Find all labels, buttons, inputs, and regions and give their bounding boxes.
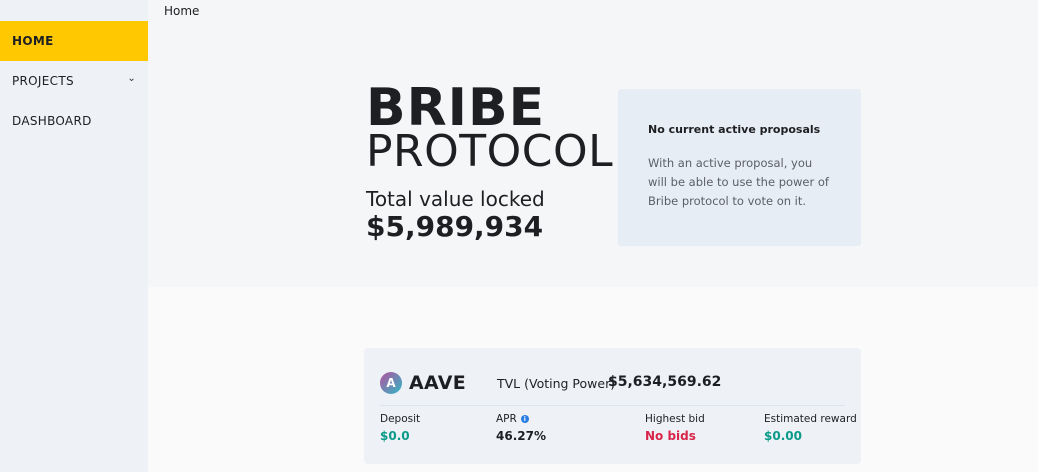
deposit-label: Deposit (380, 413, 421, 425)
estimated-reward-value: $0.00 (764, 429, 802, 443)
project-card[interactable]: A AAVE TVL (Voting Power) $5,634,569.62 … (364, 348, 861, 464)
deposit-stat: Deposit $0.0 (380, 413, 420, 443)
sidebar-item-dashboard[interactable]: DASHBOARD (0, 101, 148, 141)
highest-bid-stat: Highest bid No bids (645, 413, 705, 443)
voting-power-label: TVL (Voting Power) (497, 376, 616, 391)
breadcrumb[interactable]: Home (164, 4, 199, 18)
tvl-value: $5,989,934 (366, 210, 544, 243)
project-name: AAVE (409, 372, 467, 394)
sidebar-item-label: HOME (12, 34, 54, 48)
chevron-down-icon: ⌄ (127, 73, 136, 84)
sidebar-item-label: DASHBOARD (12, 114, 92, 128)
info-icon[interactable]: i (520, 415, 529, 423)
aave-logo-icon: A (380, 372, 402, 394)
proposals-panel: No current active proposals With an acti… (618, 89, 861, 246)
sidebar-item-home[interactable]: HOME (0, 21, 148, 61)
voting-power-value: $5,634,569.62 (608, 374, 722, 390)
brand-subtitle: PROTOCOL (366, 126, 614, 177)
proposals-text: With an active proposal, you will be abl… (648, 156, 829, 208)
highest-bid-value: No bids (645, 429, 696, 443)
sidebar-item-label: PROJECTS (12, 74, 74, 88)
apr-value: 46.27% (496, 429, 546, 443)
estimated-reward-stat: Estimated reward $0.00 (764, 413, 857, 443)
apr-stat: APR i 46.27% (496, 413, 546, 443)
deposit-value: $0.0 (380, 429, 410, 443)
apr-label: APR (496, 413, 517, 425)
divider (380, 405, 845, 406)
sidebar: HOME PROJECTS ⌄ DASHBOARD (0, 0, 148, 472)
tvl-label: Total value locked (366, 187, 545, 211)
estimated-reward-label: Estimated reward (764, 413, 857, 425)
sidebar-item-projects[interactable]: PROJECTS ⌄ (0, 61, 148, 101)
proposals-title: No current active proposals (648, 123, 821, 136)
highest-bid-label: Highest bid (645, 413, 705, 425)
